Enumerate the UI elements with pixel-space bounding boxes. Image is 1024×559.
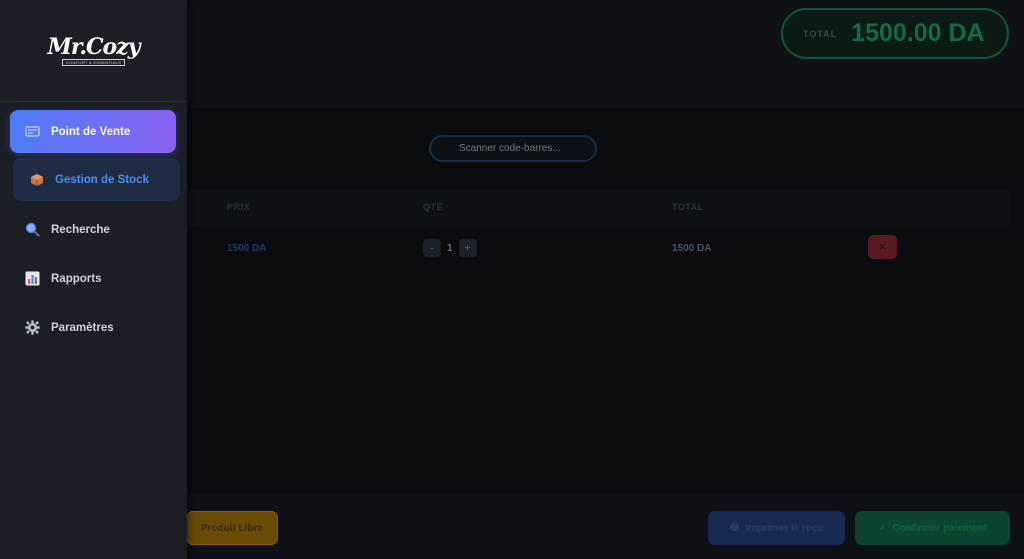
- column-header-qty: QTÉ: [423, 202, 444, 212]
- brand-logo: Mr.Cozy CONFORT & ESSENTIALS: [0, 0, 187, 102]
- barcode-scan-input[interactable]: [429, 135, 597, 162]
- logo-tagline: CONFORT & ESSENTIALS: [61, 58, 126, 66]
- box-icon: [29, 172, 44, 187]
- sidebar: Mr.Cozy CONFORT & ESSENTIALS Point de Ve…: [0, 0, 187, 559]
- sidebar-item-label: Recherche: [51, 223, 110, 236]
- sidebar-item-label: Point de Vente: [51, 125, 131, 138]
- sidebar-item-label: Rapports: [51, 272, 102, 285]
- confirm-payment-label: Confirmer paiement: [892, 522, 987, 534]
- sidebar-item-recherche[interactable]: Recherche: [10, 208, 176, 251]
- sidebar-item-point-de-vente[interactable]: Point de Vente: [10, 110, 176, 153]
- check-icon: ✓: [878, 522, 887, 534]
- confirm-payment-button[interactable]: ✓ Confirmer paiement: [855, 511, 1010, 545]
- sidebar-item-label: Paramètres: [51, 321, 114, 334]
- free-product-button[interactable]: Produit Libre: [186, 511, 278, 545]
- total-label: TOTAL: [803, 28, 838, 39]
- total-value: 1500.00 DA: [851, 19, 985, 47]
- magnifier-icon: [25, 222, 40, 237]
- free-product-label: Produit Libre: [200, 522, 264, 534]
- increase-qty-button[interactable]: +: [458, 239, 477, 257]
- sidebar-item-label: Gestion de Stock: [55, 173, 149, 186]
- delete-item-button[interactable]: ✕: [868, 235, 897, 259]
- column-header-price: PRIX: [227, 202, 251, 212]
- total-display: TOTAL 1500.00 DA: [781, 8, 1009, 59]
- sidebar-item-rapports[interactable]: Rapports: [10, 257, 176, 300]
- print-receipt-label: Imprimer le reçu: [745, 522, 824, 534]
- sidebar-item-parametres[interactable]: Paramètres: [10, 306, 176, 349]
- print-receipt-button[interactable]: 🖶 Imprimer le reçu: [708, 511, 845, 545]
- quantity-stepper: - 1 +: [423, 239, 477, 257]
- decrease-qty-button[interactable]: -: [423, 239, 441, 257]
- table-header: PRIX QTÉ TOTAL: [187, 189, 1009, 226]
- logo-wordmark: Mr.Cozy: [47, 33, 140, 60]
- row-total: 1500 DA: [672, 243, 712, 254]
- column-header-total: TOTAL: [672, 202, 704, 212]
- sidebar-item-gestion-de-stock[interactable]: Gestion de Stock: [13, 158, 180, 201]
- row-price: 1500 DA: [227, 243, 267, 254]
- cart-table: PRIX QTÉ TOTAL 1500 DA - 1 + 1500 DA ✕: [187, 189, 1009, 276]
- gear-icon: [25, 320, 40, 335]
- qty-value: 1: [447, 242, 453, 254]
- table-row: 1500 DA - 1 + 1500 DA ✕: [187, 226, 1009, 276]
- printer-icon: 🖶: [729, 521, 740, 533]
- bar-chart-icon: [25, 271, 40, 286]
- register-icon: [25, 124, 40, 139]
